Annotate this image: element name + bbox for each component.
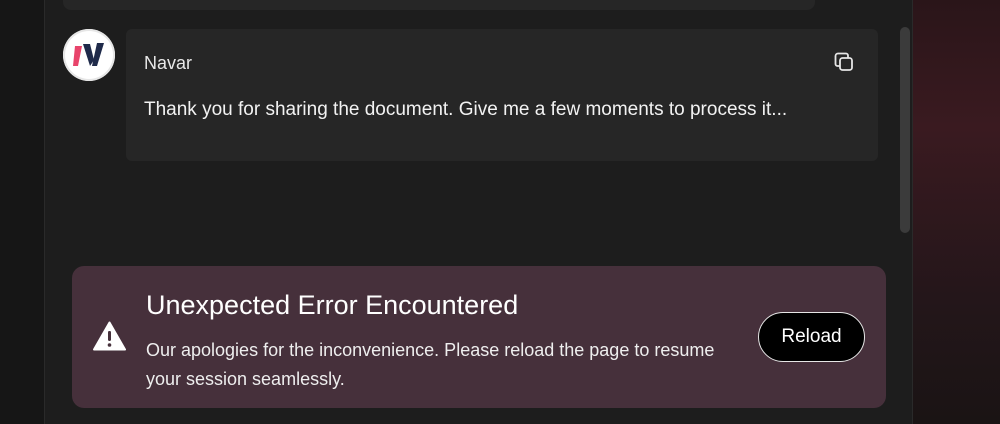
- left-background: [0, 0, 44, 424]
- message-author: Navar: [144, 53, 193, 73]
- copy-icon: [834, 52, 853, 71]
- error-message: Our apologies for the inconvenience. Ple…: [146, 340, 715, 389]
- scrollbar-thumb[interactable]: [900, 27, 910, 233]
- error-title: Unexpected Error Encountered: [146, 290, 519, 320]
- right-background: [913, 0, 1000, 424]
- reload-button[interactable]: Reload: [758, 312, 865, 362]
- message-text: Thank you for sharing the document. Give…: [144, 99, 788, 120]
- assistant-message: Navar Thank you for sharing the document…: [126, 29, 878, 161]
- error-banner: Unexpected Error Encountered Our apologi…: [72, 266, 886, 408]
- previous-message-card: [63, 0, 815, 10]
- copy-button[interactable]: [832, 50, 856, 74]
- warning-icon: [93, 321, 126, 351]
- navar-logo-icon: [73, 43, 104, 66]
- avatar: [63, 29, 115, 81]
